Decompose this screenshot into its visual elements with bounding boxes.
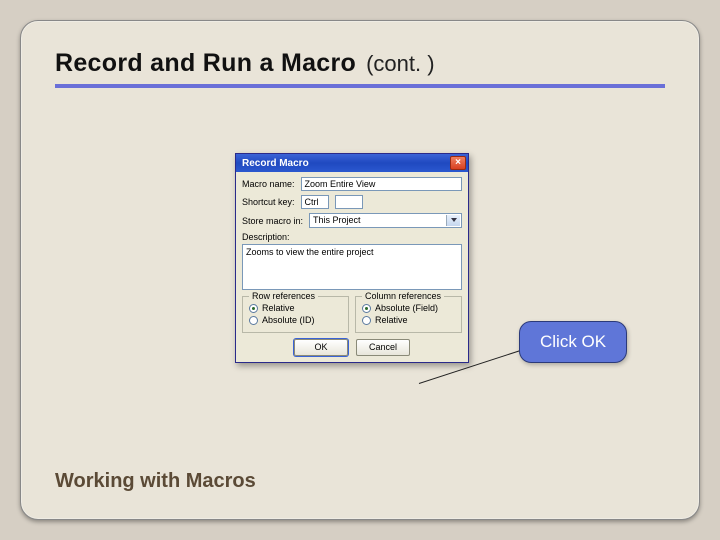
chevron-down-icon: [451, 218, 457, 222]
dialog-titlebar[interactable]: Record Macro ×: [236, 154, 468, 172]
shortcut-key-input[interactable]: [335, 195, 363, 209]
col-ref-absolute[interactable]: Absolute (Field): [362, 303, 455, 313]
macro-name-input[interactable]: Zoom Entire View: [301, 177, 462, 191]
radio-icon: [362, 304, 371, 313]
col-references-group: Column references Absolute (Field) Relat…: [355, 296, 462, 333]
slide-frame: Record and Run a Macro (cont. ) Record M…: [20, 20, 700, 520]
shortcut-modifier: Ctrl: [301, 195, 329, 209]
description-label: Description:: [242, 232, 462, 242]
col-references-legend: Column references: [362, 291, 444, 301]
record-macro-dialog: Record Macro × Macro name: Zoom Entire V…: [235, 153, 469, 363]
radio-icon: [362, 316, 371, 325]
callout-bubble: Click OK: [519, 321, 627, 363]
slide-title-continuation: (cont. ): [366, 51, 434, 77]
row-ref-absolute-label: Absolute (ID): [262, 315, 315, 325]
row-ref-relative[interactable]: Relative: [249, 303, 342, 313]
store-in-row: Store macro in: This Project: [242, 213, 462, 228]
col-ref-relative-label: Relative: [375, 315, 408, 325]
reference-groups: Row references Relative Absolute (ID) Co…: [242, 296, 462, 333]
ok-button[interactable]: OK: [294, 339, 348, 356]
macro-name-label: Macro name:: [242, 179, 295, 189]
cancel-button[interactable]: Cancel: [356, 339, 410, 356]
slide-footer: Working with Macros: [55, 470, 256, 493]
store-in-select[interactable]: This Project: [309, 213, 462, 228]
description-input[interactable]: Zooms to view the entire project: [242, 244, 462, 290]
col-ref-absolute-label: Absolute (Field): [375, 303, 438, 313]
radio-icon: [249, 316, 258, 325]
row-ref-relative-label: Relative: [262, 303, 295, 313]
store-in-label: Store macro in:: [242, 216, 303, 226]
macro-name-row: Macro name: Zoom Entire View: [242, 177, 462, 191]
shortcut-label: Shortcut key:: [242, 197, 295, 207]
dialog-title: Record Macro: [242, 158, 309, 169]
row-references-group: Row references Relative Absolute (ID): [242, 296, 349, 333]
radio-icon: [249, 304, 258, 313]
dialog-body: Macro name: Zoom Entire View Shortcut ke…: [236, 172, 468, 362]
shortcut-row: Shortcut key: Ctrl: [242, 195, 462, 209]
store-in-value: This Project: [313, 215, 361, 225]
slide-title-row: Record and Run a Macro (cont. ): [55, 49, 665, 88]
col-ref-relative[interactable]: Relative: [362, 315, 455, 325]
slide-title: Record and Run a Macro: [55, 49, 356, 78]
dialog-button-row: OK Cancel: [242, 339, 462, 356]
close-icon[interactable]: ×: [450, 156, 466, 170]
row-ref-absolute[interactable]: Absolute (ID): [249, 315, 342, 325]
callout-text: Click OK: [540, 332, 606, 351]
row-references-legend: Row references: [249, 291, 318, 301]
